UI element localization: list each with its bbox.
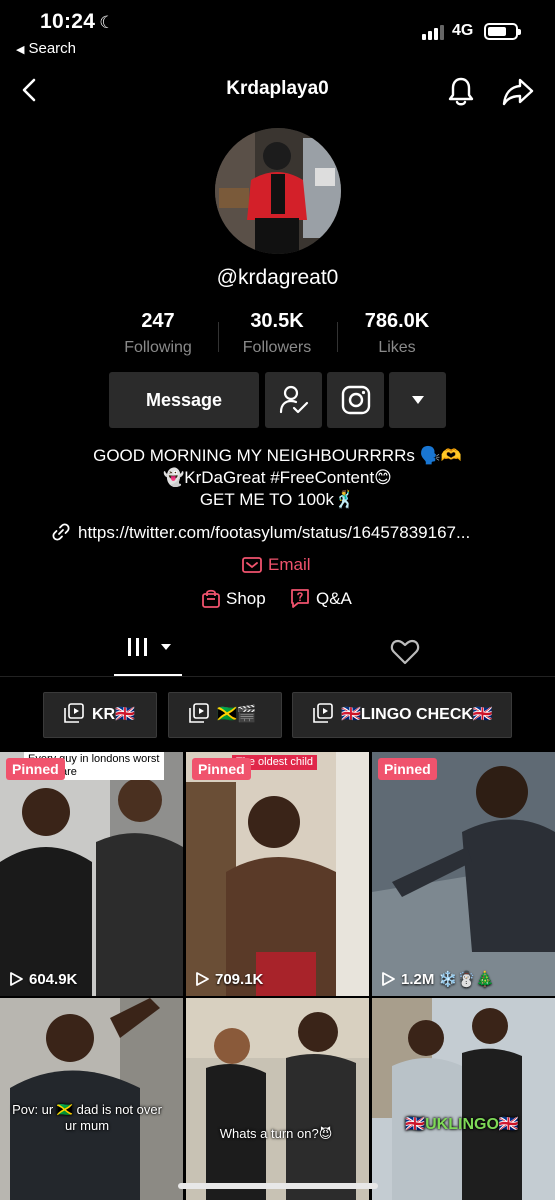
share-button[interactable] bbox=[500, 74, 536, 108]
playlist-icon bbox=[189, 703, 209, 723]
tab-liked[interactable] bbox=[390, 638, 422, 668]
profile-tabs bbox=[0, 628, 555, 678]
playlist-icon bbox=[64, 703, 84, 723]
video-still bbox=[372, 998, 555, 1200]
video-caption: 🇬🇧UKLINGO🇬🇧 bbox=[405, 1116, 519, 1133]
network-type: 4G bbox=[452, 22, 474, 39]
likes-count: 786.0K bbox=[364, 310, 430, 332]
username-handle: @krdagreat0 bbox=[216, 266, 339, 289]
pinned-badge: Pinned bbox=[6, 758, 65, 780]
back-to-search-link[interactable]: ◀ Search bbox=[16, 40, 76, 57]
following-label: Following bbox=[124, 339, 192, 356]
bio-line-1: GOOD MORNING MY NEIGHBOURRRRs 🗣️🫶 bbox=[93, 446, 462, 465]
battery-icon bbox=[484, 23, 521, 40]
playlist-chip[interactable]: 🇬🇧LINGO CHECK🇬🇧 bbox=[292, 692, 512, 738]
user-check-icon bbox=[279, 385, 308, 414]
qa-button[interactable]: Q&A bbox=[290, 588, 352, 609]
view-count: 709.1K bbox=[194, 971, 263, 988]
video-still bbox=[0, 998, 183, 1200]
bio-line-2: 👻KrDaGreat #FreeContent😊 bbox=[163, 468, 392, 487]
status-bar: 10:24 ☾ ◀ Search 4G bbox=[0, 0, 555, 64]
playlist-chip[interactable]: KR🇬🇧 bbox=[43, 692, 157, 738]
mail-icon bbox=[242, 557, 262, 573]
video-caption: Whats a turn on?😈 bbox=[219, 1126, 333, 1141]
view-count: 1.2M ❄️☃️🎄 bbox=[380, 970, 495, 988]
following-count: 247 bbox=[141, 310, 175, 332]
followers-count: 30.5K bbox=[250, 310, 304, 332]
likes-label: Likes bbox=[378, 339, 416, 356]
link-icon bbox=[52, 523, 70, 541]
top-nav: Krdaplaya0 bbox=[0, 70, 555, 110]
clock: 10:24 ☾ bbox=[40, 10, 115, 33]
video-thumbnail[interactable]: Pinned 1.2M ❄️☃️🎄 bbox=[372, 752, 555, 996]
followers-stat[interactable]: 30.5K Followers bbox=[217, 310, 337, 357]
video-still bbox=[0, 752, 183, 996]
profile-avatar[interactable] bbox=[215, 128, 341, 254]
video-thumbnail[interactable]: Pov: ur 🇯🇲 dad is not over ur mum bbox=[0, 998, 183, 1200]
cellular-signal-icon bbox=[422, 24, 444, 40]
tab-videos[interactable] bbox=[114, 634, 182, 670]
video-still bbox=[372, 752, 555, 996]
view-count: 604.9K bbox=[8, 971, 77, 988]
video-thumbnail[interactable]: Whats a turn on?😈 bbox=[186, 998, 369, 1200]
following-stat[interactable]: 247 Following bbox=[98, 310, 218, 357]
video-thumbnail[interactable]: 🇬🇧UKLINGO🇬🇧 bbox=[372, 998, 555, 1200]
pinned-badge: Pinned bbox=[378, 758, 437, 780]
followers-label: Followers bbox=[242, 339, 312, 356]
bio-line-3: GET ME TO 100k🕺 bbox=[199, 490, 356, 509]
play-icon bbox=[382, 972, 395, 986]
shopping-bag-icon bbox=[202, 589, 220, 608]
notification-bell-button[interactable] bbox=[444, 74, 478, 108]
message-button[interactable]: Message bbox=[109, 372, 259, 428]
more-options-dropdown[interactable] bbox=[389, 372, 446, 428]
video-thumbnail[interactable]: Every guy in londons worst nightmare Pin… bbox=[0, 752, 183, 996]
likes-stat[interactable]: 786.0K Likes bbox=[337, 310, 457, 357]
share-arrow-icon bbox=[502, 78, 534, 106]
avatar-photo bbox=[215, 128, 341, 254]
caret-down-icon bbox=[411, 396, 424, 404]
email-button[interactable]: Email bbox=[242, 555, 311, 575]
instagram-button[interactable] bbox=[327, 372, 384, 428]
video-still bbox=[186, 998, 369, 1200]
playlist-chip[interactable]: 🇯🇲🎬 bbox=[168, 692, 282, 738]
pinned-badge: Pinned bbox=[192, 758, 251, 780]
video-thumbnail[interactable]: The oldest child Pinned 709.1K bbox=[186, 752, 369, 996]
back-triangle-icon: ◀ bbox=[16, 44, 25, 56]
video-still bbox=[186, 752, 369, 996]
question-bubble-icon bbox=[291, 589, 309, 608]
bell-icon bbox=[448, 77, 474, 106]
play-icon bbox=[196, 972, 209, 986]
moon-icon: ☾ bbox=[99, 13, 115, 32]
play-icon bbox=[10, 972, 23, 986]
grid-columns-icon bbox=[128, 638, 171, 656]
heart-icon bbox=[390, 639, 420, 665]
instagram-icon bbox=[341, 385, 370, 415]
bio-link[interactable]: https://twitter.com/footasylum/status/16… bbox=[52, 523, 470, 543]
home-indicator[interactable] bbox=[178, 1183, 378, 1189]
playlist-icon bbox=[313, 703, 333, 723]
shop-button[interactable]: Shop bbox=[202, 588, 266, 609]
video-caption: Pov: ur 🇯🇲 dad is not over ur mum bbox=[12, 1102, 162, 1133]
following-status-button[interactable] bbox=[265, 372, 322, 428]
tab-divider bbox=[0, 676, 555, 677]
